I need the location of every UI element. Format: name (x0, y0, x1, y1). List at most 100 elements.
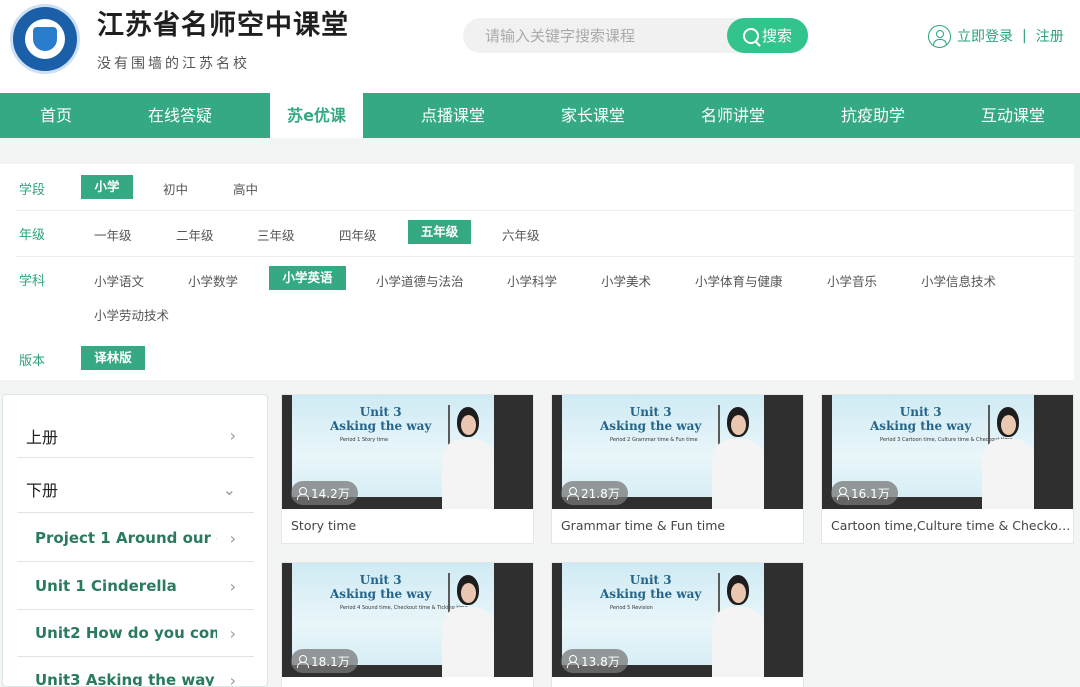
sidebar-item-label: 上册 (26, 427, 59, 447)
filter-option-morality-law[interactable]: 小学道德与法治 (376, 271, 464, 290)
person-icon (837, 487, 849, 500)
view-count-badge: 18.1万 (291, 649, 358, 673)
video-title[interactable] (282, 677, 533, 687)
filter-option-chinese[interactable]: 小学语文 (94, 271, 144, 290)
person-icon (297, 655, 309, 668)
nav-item-online-qa[interactable]: 在线答疑 (112, 93, 248, 138)
sidebar-item-volume-2[interactable]: 下册 ⌄ (17, 466, 254, 513)
filter-option-music[interactable]: 小学音乐 (827, 271, 877, 290)
site-subtitle: 没有围墙的江苏名校 (97, 56, 250, 72)
filter-label-grade: 年级 (19, 228, 46, 243)
filter-option-grade-4[interactable]: 四年级 (339, 225, 377, 244)
register-link[interactable]: 注册 (1036, 26, 1064, 46)
slide-title: Unit 3 Asking the way (600, 573, 702, 601)
teacher-figure (982, 439, 1034, 509)
sidebar-item-label: 下册 (26, 481, 59, 500)
nav-item-teacher-lecture[interactable]: 名师讲堂 (665, 93, 801, 138)
filter-option-grade-6[interactable]: 六年级 (502, 225, 540, 244)
teacher-figure (712, 439, 764, 509)
nav-item-parent-class[interactable]: 家长课堂 (525, 93, 661, 138)
video-title[interactable] (552, 677, 803, 687)
view-count: 14.2万 (311, 486, 350, 501)
divider (16, 210, 1074, 211)
separator: | (1022, 28, 1027, 44)
video-thumbnail[interactable]: Unit 3 Asking the way Period 3 Cartoon t… (822, 395, 1073, 509)
filter-option-it[interactable]: 小学信息技术 (921, 271, 996, 290)
filter-option-science[interactable]: 小学科学 (507, 271, 557, 290)
filter-option-grade-3[interactable]: 三年级 (257, 225, 295, 244)
video-title[interactable]: Story time (282, 509, 533, 543)
sidebar-item-unit-2[interactable]: Unit2 How do you come t... › (17, 610, 254, 657)
user-area: 立即登录 | 注册 (928, 24, 1064, 48)
sidebar-item-label: Unit2 How do you come t... (35, 624, 217, 642)
video-thumbnail[interactable]: Unit 3 Asking the way Period 2 Grammar t… (552, 395, 803, 509)
search-input[interactable] (463, 18, 728, 53)
sidebar-item-project-1[interactable]: Project 1 Around our city › (17, 515, 254, 562)
divider (16, 256, 1074, 257)
chevron-down-icon: ⌄ (222, 479, 236, 499)
video-card[interactable]: Unit 3 Asking the way Period 1 Story tim… (281, 394, 534, 544)
filter-label-stage: 学段 (19, 183, 46, 198)
video-card[interactable]: Unit 3 Asking the way Period 3 Cartoon t… (821, 394, 1074, 544)
nav-item-epidemic-study[interactable]: 抗疫助学 (805, 93, 941, 138)
sidebar-item-label: Unit3 Asking the way (35, 671, 215, 687)
filter-option-pe-health[interactable]: 小学体育与健康 (695, 271, 783, 290)
sidebar-item-label: Unit 1 Cinderella (35, 577, 177, 595)
video-title[interactable]: Cartoon time,Culture time & Checkout ti.… (822, 509, 1073, 543)
filter-option-grade-5[interactable]: 五年级 (408, 220, 471, 244)
chevron-right-icon: › (229, 528, 236, 548)
filter-label-edition: 版本 (19, 354, 46, 369)
sidebar-item-unit-3[interactable]: Unit3 Asking the way › (17, 657, 254, 687)
video-title[interactable]: Grammar time & Fun time (552, 509, 803, 543)
filter-option-art[interactable]: 小学美术 (601, 271, 651, 290)
filter-option-yilin[interactable]: 译林版 (81, 346, 145, 370)
filter-option-senior[interactable]: 高中 (233, 179, 258, 198)
site-header: 江苏省名师空中课堂 没有围墙的江苏名校 搜索 立即登录 | 注册 (0, 0, 1080, 93)
nav-item-vod-class[interactable]: 点播课堂 (385, 93, 521, 138)
view-count-badge: 21.8万 (561, 481, 628, 505)
filter-label-subject: 学科 (19, 274, 46, 289)
search-button[interactable]: 搜索 (727, 18, 808, 53)
video-thumbnail[interactable]: Unit 3 Asking the way Period 1 Story tim… (282, 395, 533, 509)
chevron-right-icon: › (229, 576, 236, 596)
view-count: 16.1万 (851, 486, 890, 501)
video-card[interactable]: Unit 3 Asking the way Period 4 Sound tim… (281, 562, 534, 687)
view-count-badge: 16.1万 (831, 481, 898, 505)
chevron-right-icon: › (229, 670, 236, 687)
site-title[interactable]: 江苏省名师空中课堂 (97, 3, 349, 42)
person-icon (567, 487, 579, 500)
video-card[interactable]: Unit 3 Asking the way Period 2 Grammar t… (551, 394, 804, 544)
view-count-badge: 14.2万 (291, 481, 358, 505)
nav-item-interactive-class[interactable]: 互动课堂 (945, 93, 1080, 138)
nav-item-su-e-course[interactable]: 苏e优课 (270, 93, 363, 138)
slide-period: Period 5 Revision (610, 605, 653, 611)
filter-option-grade-2[interactable]: 二年级 (176, 225, 214, 244)
video-card[interactable]: Unit 3 Asking the way Period 5 Revision … (551, 562, 804, 687)
search-button-label: 搜索 (761, 27, 792, 45)
filter-option-grade-1[interactable]: 一年级 (94, 225, 132, 244)
sidebar-item-volume-1[interactable]: 上册 › (17, 414, 254, 458)
filter-option-primary[interactable]: 小学 (81, 175, 133, 199)
person-icon (567, 655, 579, 668)
user-icon[interactable] (928, 24, 951, 48)
filter-option-math[interactable]: 小学数学 (188, 271, 238, 290)
nav-item-home[interactable]: 首页 (0, 93, 112, 138)
filter-panel: 学段 小学 初中 高中 年级 一年级 二年级 三年级 四年级 五年级 六年级 学… (0, 164, 1074, 380)
sidebar-item-unit-1[interactable]: Unit 1 Cinderella › (17, 563, 254, 610)
login-link[interactable]: 立即登录 (957, 26, 1013, 46)
slide-period: Period 1 Story time (340, 437, 389, 443)
video-thumbnail[interactable]: Unit 3 Asking the way Period 5 Revision … (552, 563, 803, 677)
filter-option-english[interactable]: 小学英语 (269, 266, 346, 290)
unit-sidebar: 上册 › 下册 ⌄ Project 1 Around our city › Un… (2, 394, 268, 687)
chevron-right-icon: › (229, 426, 236, 445)
teacher-figure (442, 439, 494, 509)
slide-title: Unit 3 Asking the way (330, 573, 432, 601)
chevron-right-icon: › (229, 623, 236, 643)
view-count: 18.1万 (311, 654, 350, 669)
filter-option-junior[interactable]: 初中 (163, 179, 188, 198)
slide-title: Unit 3 Asking the way (600, 405, 702, 433)
slide-period: Period 2 Grammar time & Fun time (610, 437, 698, 443)
filter-option-labor-tech[interactable]: 小学劳动技术 (94, 305, 169, 324)
video-thumbnail[interactable]: Unit 3 Asking the way Period 4 Sound tim… (282, 563, 533, 677)
logo-icon[interactable] (10, 4, 80, 74)
